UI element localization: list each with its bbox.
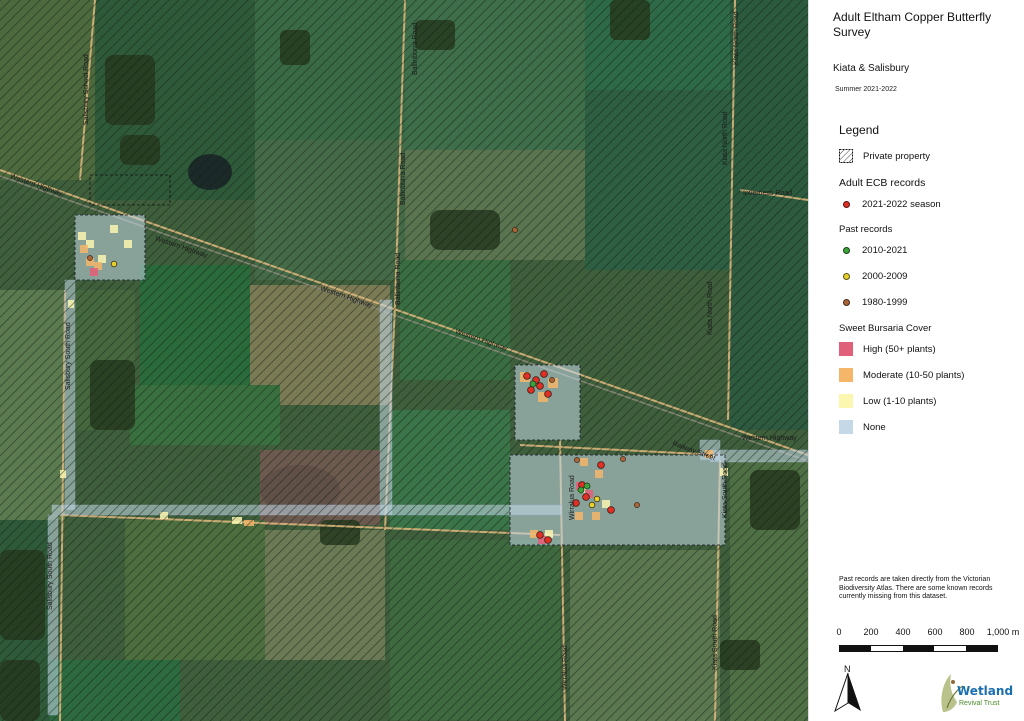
record-2021-point <box>523 372 531 380</box>
record-2010-point <box>577 486 585 494</box>
legend-label: 2021-2022 season <box>862 198 941 210</box>
road-label-kiata-north: Kiata North Road <box>733 11 740 65</box>
map-subtitle: Kiata & Salisbury <box>833 63 910 74</box>
scale-label: 1,000 m <box>986 627 1020 637</box>
record-2021-point <box>582 493 590 501</box>
road-label-wirralua: Wirralua Road <box>569 475 576 520</box>
legend-label: Private property <box>863 150 931 162</box>
none-swatch-icon <box>839 420 853 434</box>
legend-item-private-property: Private property <box>839 148 930 164</box>
legend-label: High (50+ plants) <box>863 343 936 355</box>
road-label-salisbury-school: Salisbury School Road <box>83 54 90 125</box>
map-title: Adult Eltham Copper Butterfly Survey <box>833 10 992 39</box>
map-view[interactable]: Western Highway Western Highway Western … <box>0 0 808 721</box>
record-1980-point <box>512 227 518 233</box>
road-label-ballinburra: Ballinburra Road <box>400 153 407 205</box>
adult-records-heading: Adult ECB records <box>839 177 926 189</box>
legend-label: 2010-2021 <box>862 244 908 256</box>
legend-item-1980: 1980-1999 <box>839 294 907 310</box>
record-2010-point <box>529 380 537 388</box>
road-label-ballinburra: Ballinburra Road <box>395 253 402 305</box>
moderate-swatch-icon <box>839 368 853 382</box>
legend-label: None <box>863 421 886 433</box>
legend-heading: Legend <box>839 123 880 137</box>
record-2021-point <box>527 386 535 394</box>
record-2021-point <box>540 370 548 378</box>
high-swatch-icon <box>839 342 853 356</box>
road-label-kiata-north: Kiata North Road <box>707 281 714 335</box>
road-label-salisbury-south: Salisbury South Road <box>47 542 54 610</box>
record-2000-icon <box>843 272 850 280</box>
record-2021-point <box>544 390 552 398</box>
record-1980-point <box>549 377 555 383</box>
low-swatch-icon <box>839 394 853 408</box>
record-2021-point <box>536 531 544 539</box>
legend-item-2000: 2000-2009 <box>839 268 907 284</box>
map-season: Summer 2021-2022 <box>835 86 897 93</box>
legend-label: 2000-2009 <box>862 270 908 282</box>
road-label-inverness: Inverness Road <box>743 190 792 197</box>
logo-text-revival: Revival Trust <box>959 700 1000 707</box>
private-property-overlay <box>0 0 808 721</box>
scale-label: 600 <box>927 627 943 637</box>
legend-item-2021: 2021-2022 season <box>839 196 941 212</box>
road-label-western-highway: Western Highway <box>742 435 797 442</box>
record-2021-point <box>536 382 544 390</box>
legend-panel: Adult Eltham Copper Butterfly Survey Kia… <box>808 0 1024 721</box>
record-2000-point <box>593 495 601 503</box>
scale-label: 800 <box>959 627 975 637</box>
record-1980-point <box>620 456 626 462</box>
scale-label: 400 <box>895 627 911 637</box>
legend-item-moderate: Moderate (10-50 plants) <box>839 367 964 383</box>
legend-item-2010: 2010-2021 <box>839 242 907 258</box>
logo-text-wetland: Wetland <box>957 684 1014 698</box>
record-2000-point <box>110 260 118 268</box>
map-canvas[interactable]: Western Highway Western Highway Western … <box>0 0 808 721</box>
scale-labels: 0 200 400 600 800 1,000 m <box>831 627 1024 639</box>
legend-label: Moderate (10-50 plants) <box>863 369 965 381</box>
legend-item-low: Low (1-10 plants) <box>839 393 936 409</box>
road-label-wirralua: Wirralua Road <box>562 645 569 690</box>
record-2021-point <box>597 461 605 469</box>
record-1980-point <box>574 457 580 463</box>
scale-bar <box>839 645 998 652</box>
road-label-kiata-south: Kiata South Road <box>722 463 729 518</box>
bursaria-heading: Sweet Bursaria Cover <box>839 323 932 334</box>
road-label-ballinburra: Ballinburra Road <box>412 23 419 75</box>
road-label-kiata-south: Kiata South Road <box>712 615 719 670</box>
record-2010-icon <box>843 246 850 254</box>
legend-label: Low (1-10 plants) <box>863 395 937 407</box>
legend-item-none: None <box>839 419 886 435</box>
legend-item-high: High (50+ plants) <box>839 341 936 357</box>
road-label-kiata-north: Kiata North Road <box>722 111 729 165</box>
north-arrow-icon <box>834 672 861 713</box>
scale-label: 0 <box>836 627 842 637</box>
record-2021-point <box>607 506 615 514</box>
scale-label: 200 <box>863 627 879 637</box>
record-2000-point <box>588 501 596 509</box>
record-2021-point <box>544 536 552 544</box>
hatch-swatch-icon <box>839 149 853 163</box>
record-1980-icon <box>843 298 850 306</box>
past-records-heading: Past records <box>839 224 893 235</box>
record-2021-icon <box>843 200 850 208</box>
record-2010-point <box>583 482 591 490</box>
record-1980-point <box>87 255 93 261</box>
data-source-note: Past records are taken directly from the… <box>839 576 993 600</box>
legend-label: 1980-1999 <box>862 296 908 308</box>
road-label-salisbury-south: Salisbury South Road <box>65 322 72 390</box>
record-1980-point <box>634 502 640 508</box>
